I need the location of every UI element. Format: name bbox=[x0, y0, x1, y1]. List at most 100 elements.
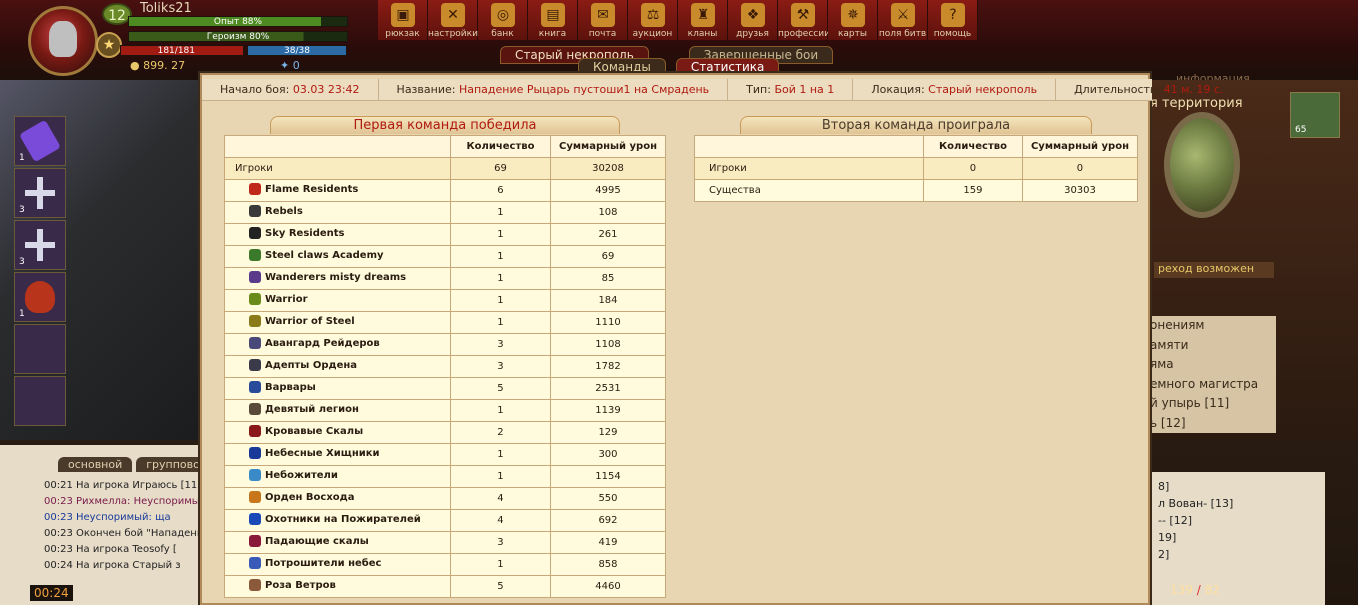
clan-name[interactable]: Охотники на Пожирателей bbox=[233, 513, 421, 525]
clan-name[interactable]: Авангард Рейдеров bbox=[233, 337, 380, 349]
table-row: Существа 159 30303 bbox=[694, 179, 1139, 202]
top-bar: 12 ★ Toliks21 Опыт 88% Героизм 80% 181/1… bbox=[0, 0, 1358, 85]
team1-rows: Игроки 69 30208 Flame Residents 6 4995 Rebe… bbox=[224, 157, 667, 598]
rank-icon[interactable]: ★ bbox=[96, 32, 122, 58]
table-row: Flame Residents 6 4995 bbox=[224, 179, 667, 202]
list-item[interactable]: й упырь [11] bbox=[1150, 394, 1276, 414]
list-item[interactable]: яма bbox=[1150, 355, 1276, 375]
menu-friends[interactable]: ❖ друзья bbox=[728, 0, 778, 40]
clan-name[interactable]: Адепты Ордена bbox=[233, 359, 357, 371]
clan-cell: Warrior bbox=[224, 289, 451, 312]
chat-tab-group[interactable]: группово bbox=[136, 457, 210, 472]
clan-name[interactable]: Варвары bbox=[233, 381, 316, 393]
quick-slot[interactable]: 3 bbox=[14, 168, 66, 218]
clan-name[interactable]: Орден Восхода bbox=[233, 491, 354, 503]
menu-settings[interactable]: ✕ настройки bbox=[428, 0, 478, 40]
transition-status: реход возможен bbox=[1154, 262, 1274, 278]
minimap[interactable] bbox=[1164, 112, 1240, 218]
chat-tab-main[interactable]: основной bbox=[58, 457, 133, 472]
creatures-label: Существа bbox=[694, 179, 924, 202]
list-item[interactable]: ь [12] bbox=[1150, 414, 1276, 434]
clan-name[interactable]: Небесные Хищники bbox=[233, 447, 380, 459]
quick-slot[interactable]: 3 bbox=[14, 220, 66, 270]
clan-damage: 300 bbox=[549, 443, 667, 466]
clan-damage: 1108 bbox=[549, 333, 667, 356]
players-count: 69 bbox=[449, 157, 551, 180]
chat-line: 00:23 На игрока Teosofy [ bbox=[44, 544, 177, 555]
table-row: Варвары 5 2531 bbox=[224, 377, 667, 400]
quick-slot[interactable]: 1 bbox=[14, 116, 66, 166]
clan-emblem-icon bbox=[249, 205, 261, 217]
list-item[interactable]: л Вован- [13] bbox=[1150, 495, 1325, 512]
quick-slot[interactable]: 1 bbox=[14, 272, 66, 322]
clan-name[interactable]: Warrior of Steel bbox=[233, 315, 355, 327]
quick-slots: 1 3 3 1 bbox=[14, 116, 66, 428]
right-slot[interactable]: 65 bbox=[1290, 92, 1340, 138]
clan-name[interactable]: Flame Residents bbox=[233, 183, 358, 195]
clan-name[interactable]: Sky Residents bbox=[233, 227, 345, 239]
players-label: Игроки bbox=[224, 157, 451, 180]
info-location: Локация: Старый некрополь bbox=[853, 78, 1057, 101]
menu-maps[interactable]: ✵ карты bbox=[828, 0, 878, 40]
clan-cell: Орден Восхода bbox=[224, 487, 451, 510]
menu-bank[interactable]: ◎ банк bbox=[478, 0, 528, 40]
coins-icon: ◎ bbox=[491, 3, 515, 27]
list-item[interactable]: емного магистра bbox=[1150, 375, 1276, 395]
table-row: Роза Ветров 5 4460 bbox=[224, 575, 667, 598]
clan-name[interactable]: Steel claws Academy bbox=[233, 249, 384, 261]
list-item[interactable]: 8] bbox=[1150, 478, 1325, 495]
list-item[interactable]: 2] bbox=[1150, 546, 1325, 563]
menu-backpack[interactable]: ▣ рюкзак bbox=[378, 0, 428, 40]
menu-battlefields[interactable]: ⚔ поля битв bbox=[878, 0, 928, 40]
list-item[interactable]: амяти bbox=[1150, 336, 1276, 356]
clan-name[interactable]: Потрошители небес bbox=[233, 557, 381, 569]
battle-info: Начало боя: 03.03 23:42 Название: Нападе… bbox=[202, 78, 1223, 101]
clan-cell: Адепты Ордена bbox=[224, 355, 451, 378]
clan-name[interactable]: Warrior bbox=[233, 293, 308, 305]
clan-damage: 1110 bbox=[549, 311, 667, 334]
knight-helmet-icon bbox=[49, 21, 77, 57]
clan-name[interactable]: Девятый легион bbox=[233, 403, 359, 415]
swords-icon: ⚔ bbox=[891, 3, 915, 27]
info-type: Тип: Бой 1 на 1 bbox=[728, 78, 854, 101]
menu-professions[interactable]: ⚒ профессии bbox=[778, 0, 830, 40]
clan-name[interactable]: Небожители bbox=[233, 469, 338, 481]
clan-emblem-icon bbox=[249, 381, 261, 393]
table-row: Warrior of Steel 1 1110 bbox=[224, 311, 667, 334]
clan-emblem-icon bbox=[249, 315, 261, 327]
list-item[interactable]: 19] bbox=[1150, 529, 1325, 546]
mp-bar: 38/38 bbox=[247, 45, 347, 56]
clan-name[interactable]: Rebels bbox=[233, 205, 303, 217]
quick-slot-empty[interactable] bbox=[14, 376, 66, 426]
clan-count: 1 bbox=[449, 311, 551, 334]
menu-auction[interactable]: ⚖ аукцион bbox=[628, 0, 678, 40]
counter-b: 82 bbox=[1204, 583, 1220, 597]
list-item[interactable]: онениям bbox=[1150, 316, 1276, 336]
players-damage: 0 bbox=[1021, 157, 1139, 180]
clan-damage: 550 bbox=[549, 487, 667, 510]
chat-clock: 00:24 bbox=[30, 585, 73, 601]
clan-emblem-icon bbox=[249, 293, 261, 305]
clan-cell: Варвары bbox=[224, 377, 451, 400]
clan-name[interactable]: Роза Ветров bbox=[233, 579, 336, 591]
clan-cell: Девятый легион bbox=[224, 399, 451, 422]
menu-book[interactable]: ▤ книга bbox=[528, 0, 578, 40]
list-item[interactable]: -- [12] bbox=[1150, 512, 1325, 529]
clan-damage: 1139 bbox=[549, 399, 667, 422]
avatar[interactable] bbox=[28, 6, 98, 76]
clan-name[interactable]: Кровавые Скалы bbox=[233, 425, 363, 437]
clan-damage: 129 bbox=[549, 421, 667, 444]
clan-name[interactable]: Wanderers misty dreams bbox=[233, 271, 406, 283]
menu-mail[interactable]: ✉ почта bbox=[578, 0, 628, 40]
info-start: Начало боя: 03.03 23:42 bbox=[202, 78, 379, 101]
creatures-count: 159 bbox=[922, 179, 1023, 202]
quick-slot-empty[interactable] bbox=[14, 324, 66, 374]
menu-clans[interactable]: ♜ кланы bbox=[678, 0, 728, 40]
gold-value: 899. 27 bbox=[143, 59, 186, 72]
clan-emblem-icon bbox=[249, 359, 261, 371]
table-row: Охотники на Пожирателей 4 692 bbox=[224, 509, 667, 532]
clan-emblem-icon bbox=[249, 447, 261, 459]
team1-header: Первая команда победила bbox=[270, 116, 620, 134]
menu-help[interactable]: ? помощь bbox=[928, 0, 978, 40]
clan-name[interactable]: Падающие скалы bbox=[233, 535, 369, 547]
